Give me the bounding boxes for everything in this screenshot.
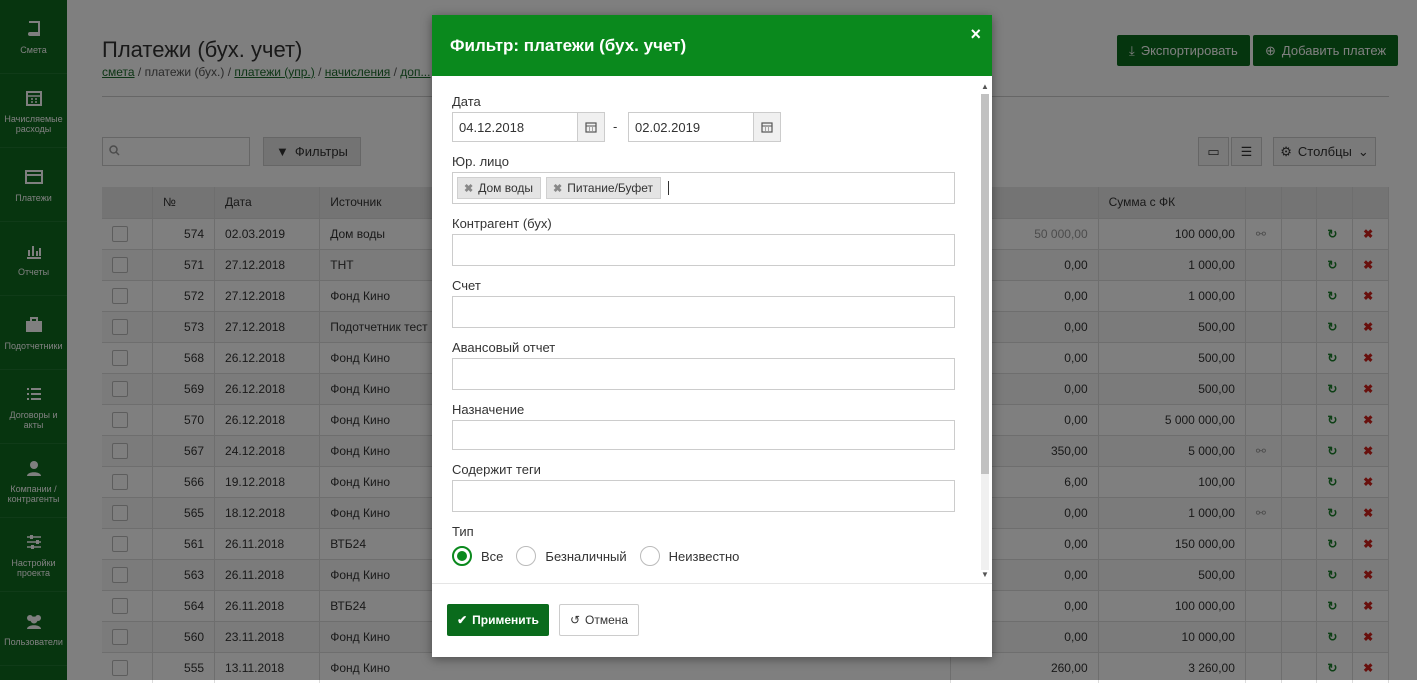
scroll-thumb[interactable] <box>981 94 989 474</box>
account-field[interactable] <box>452 296 955 328</box>
modal-title: Фильтр: платежи (бух. учет) <box>450 35 687 55</box>
modal-header: Фильтр: платежи (бух. учет) × <box>432 15 992 76</box>
modal-scrollbar[interactable]: ▲ ▼ <box>980 82 990 580</box>
close-icon[interactable]: × <box>970 24 981 45</box>
type-option-unknown[interactable]: Неизвестно <box>639 546 740 566</box>
date-from-field[interactable]: 04.12.2018 <box>452 112 605 142</box>
legal-entity-multiselect[interactable]: ✖ Дом воды ✖ Питание/Буфет <box>452 172 955 204</box>
radio-button[interactable] <box>516 546 537 566</box>
tag-label: Питание/Буфет <box>567 181 654 195</box>
advance-report-field[interactable] <box>452 358 955 390</box>
tag-label: Дом воды <box>478 181 534 195</box>
filter-modal: Фильтр: платежи (бух. учет) × Дата 04.12… <box>432 15 992 657</box>
modal-footer: ✔ Применить ↺ Отмена <box>432 583 992 657</box>
remove-tag-icon[interactable]: ✖ <box>464 182 473 195</box>
legal-entity-tag: ✖ Дом воды <box>457 177 542 199</box>
contragent-label: Контрагент (бух) <box>452 216 552 231</box>
calendar-icon[interactable] <box>577 113 604 141</box>
type-option-label: Безналичный <box>545 548 627 564</box>
tags-label: Содержит теги <box>452 462 541 477</box>
purpose-field[interactable] <box>452 420 955 450</box>
check-icon: ✔ <box>457 613 468 627</box>
type-option-label: Неизвестно <box>668 548 740 564</box>
date-to-field[interactable]: 02.02.2019 <box>628 112 781 142</box>
apply-button-label: Применить <box>472 613 539 627</box>
date-range-separator: - <box>613 119 618 134</box>
remove-tag-icon[interactable]: ✖ <box>553 182 562 195</box>
scroll-up-arrow-icon[interactable]: ▲ <box>980 82 990 92</box>
modal-body: Дата 04.12.2018 - 02.02.2019 Юр. лицо ✖ Д… <box>432 76 992 583</box>
purpose-label: Назначение <box>452 402 525 417</box>
date-label: Дата <box>452 94 481 109</box>
cancel-button[interactable]: ↺ Отмена <box>559 604 639 636</box>
undo-icon: ↺ <box>569 613 580 627</box>
advance-report-label: Авансовый отчет <box>452 340 556 355</box>
legal-entity-label: Юр. лицо <box>452 154 509 169</box>
type-radio-group: Все Безналичный Неизвестно <box>452 546 752 566</box>
apply-button[interactable]: ✔ Применить <box>447 604 549 636</box>
type-option-all[interactable]: Все <box>452 546 503 566</box>
type-option-cashless[interactable]: Безналичный <box>516 546 627 566</box>
legal-entity-tag: ✖ Питание/Буфет <box>546 177 662 199</box>
text-caret <box>668 181 670 195</box>
account-label: Счет <box>452 278 481 293</box>
date-from-value: 04.12.2018 <box>459 119 525 135</box>
contragent-field[interactable] <box>452 234 955 266</box>
cancel-button-label: Отмена <box>585 613 629 627</box>
scroll-track[interactable] <box>981 94 989 570</box>
calendar-icon[interactable] <box>753 113 780 141</box>
radio-button[interactable] <box>452 546 472 566</box>
date-to-value: 02.02.2019 <box>635 119 701 135</box>
tags-field[interactable] <box>452 480 955 512</box>
type-option-label: Все <box>481 548 504 564</box>
type-label: Тип <box>452 524 474 539</box>
scroll-down-arrow-icon[interactable]: ▼ <box>980 570 990 580</box>
radio-button[interactable] <box>639 546 660 566</box>
